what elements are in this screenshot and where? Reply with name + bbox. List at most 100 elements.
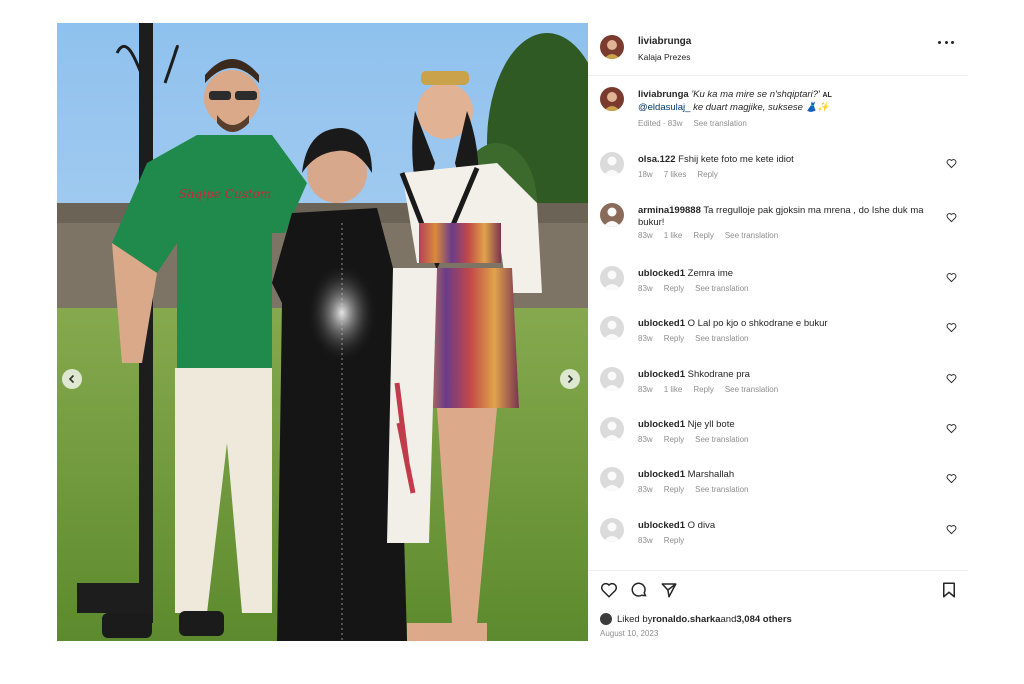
comment-heart-icon[interactable] (946, 322, 957, 333)
commenter-username[interactable]: ublocked1 (638, 520, 685, 531)
caption-quote: 'Ku ka ma mire se n'shqiptari?' (691, 89, 823, 100)
post-date: August 10, 2023 (600, 629, 659, 638)
author-avatar[interactable] (600, 35, 624, 59)
default-avatar-icon (603, 421, 621, 441)
comment-heart-icon[interactable] (946, 423, 957, 434)
caption-avatar[interactable] (600, 87, 624, 111)
bookmark-icon[interactable] (940, 581, 958, 599)
commenter-username[interactable]: ublocked1 (638, 419, 685, 430)
commenter-username[interactable]: armina199888 (638, 205, 701, 216)
comment-meta: 83w 1 like Reply See translation (638, 231, 789, 240)
caption-meta: Edited · 83w See translation (638, 119, 758, 128)
commenter-username[interactable]: ublocked1 (638, 469, 685, 480)
flag-badge: AL (822, 92, 832, 99)
reply-link[interactable]: Reply (697, 170, 717, 179)
see-translation-link[interactable]: See translation (725, 231, 778, 240)
comment-body: Fshij kete foto me kete idiot (678, 154, 794, 165)
prev-photo-button[interactable] (62, 369, 82, 389)
more-options-icon[interactable] (938, 41, 954, 47)
comment-text: ublocked1 Zemra ime (638, 268, 928, 280)
comment-icon[interactable] (630, 581, 648, 599)
comment-likes[interactable]: 7 likes (664, 170, 687, 179)
comment-meta: 83w Reply See translation (638, 334, 760, 343)
comment-time: 83w (638, 385, 653, 394)
comment-heart-icon[interactable] (946, 158, 957, 169)
commenter-username[interactable]: ublocked1 (638, 369, 685, 380)
comment-time: 83w (638, 435, 653, 444)
liked-prefix: Liked by (617, 613, 653, 625)
caption-rest: ke duart magjike, suksese 👗✨ (690, 102, 830, 113)
comment-text: ublocked1 Marshallah (638, 469, 928, 481)
liker-avatar (600, 613, 612, 625)
action-bar: Liked by ronaldo.sharka and 3,084 others… (588, 570, 968, 642)
comment-heart-icon[interactable] (946, 524, 957, 535)
default-avatar-icon (603, 371, 621, 391)
commenter-username[interactable]: olsa.122 (638, 154, 676, 165)
paper-plane-icon[interactable] (660, 581, 678, 599)
comment-text: olsa.122 Fshij kete foto me kete idiot (638, 154, 928, 166)
comment-time: 83w (638, 284, 653, 293)
commenter-username[interactable]: ublocked1 (638, 268, 685, 279)
comment-likes[interactable]: 1 like (664, 385, 683, 394)
comment-likes[interactable]: 1 like (664, 231, 683, 240)
see-translation-link[interactable]: See translation (695, 435, 748, 444)
liked-and: and (720, 613, 737, 625)
comment-text: ublocked1 O Lal po kjo o shkodrane e buk… (638, 318, 928, 330)
reply-link[interactable]: Reply (664, 284, 684, 293)
post-photo[interactable]: Shqipe Custom (57, 23, 588, 641)
commenter-avatar[interactable] (600, 417, 624, 441)
post-location[interactable]: Kalaja Prezes (638, 52, 690, 62)
chevron-right-icon (567, 374, 574, 384)
caption-mention[interactable]: @eldasulaj_ (638, 102, 690, 113)
default-avatar-icon (603, 156, 621, 176)
comment-heart-icon[interactable] (946, 212, 957, 223)
reply-link[interactable]: Reply (693, 231, 713, 240)
default-avatar-icon (603, 522, 621, 542)
see-translation-link[interactable]: See translation (695, 485, 748, 494)
default-avatar-icon (603, 471, 621, 491)
see-translation-link[interactable]: See translation (725, 385, 778, 394)
commenter-avatar[interactable] (600, 518, 624, 542)
reply-link[interactable]: Reply (693, 385, 713, 394)
comment-heart-icon[interactable] (946, 272, 957, 283)
comment-time: 18w (638, 170, 653, 179)
commenter-avatar[interactable] (600, 152, 624, 176)
comment-time: 83w (638, 536, 653, 545)
see-translation-link[interactable]: See translation (693, 119, 746, 128)
default-avatar-icon (603, 270, 621, 290)
comment-time: 83w (638, 334, 653, 343)
caption-text: liviabrunga 'Ku ka ma mire se n'shqiptar… (638, 89, 928, 114)
comments-list[interactable]: liviabrunga 'Ku ka ma mire se n'shqiptar… (588, 75, 968, 570)
caption-username[interactable]: liviabrunga (638, 89, 689, 100)
default-avatar-icon (603, 320, 621, 340)
comment-meta: 83w Reply See translation (638, 284, 760, 293)
commenter-avatar[interactable] (600, 203, 624, 227)
avatar-image (604, 40, 620, 59)
heart-icon[interactable] (600, 581, 618, 599)
reply-link[interactable]: Reply (664, 435, 684, 444)
commenter-username[interactable]: ublocked1 (638, 318, 685, 329)
photo-image: Shqipe Custom (57, 23, 588, 641)
reply-link[interactable]: Reply (664, 485, 684, 494)
commenter-avatar[interactable] (600, 266, 624, 290)
comment-meta: 83w Reply See translation (638, 435, 760, 444)
commenter-avatar[interactable] (600, 316, 624, 340)
likes-summary[interactable]: Liked by ronaldo.sharka and 3,084 others (600, 613, 792, 625)
next-photo-button[interactable] (560, 369, 580, 389)
reply-link[interactable]: Reply (664, 334, 684, 343)
author-username[interactable]: liviabrunga (638, 36, 691, 47)
comment-heart-icon[interactable] (946, 473, 957, 484)
post-header: liviabrunga Kalaja Prezes (588, 23, 968, 76)
comment-heart-icon[interactable] (946, 373, 957, 384)
see-translation-link[interactable]: See translation (695, 334, 748, 343)
comment-meta: 18w 7 likes Reply (638, 170, 729, 179)
liked-user[interactable]: ronaldo.sharka (652, 614, 720, 625)
commenter-avatar[interactable] (600, 367, 624, 391)
see-translation-link[interactable]: See translation (695, 284, 748, 293)
post-panel: liviabrunga Kalaja Prezes liviabrunga 'K… (588, 23, 968, 641)
reply-link[interactable]: Reply (664, 536, 684, 545)
shirt-text: Shqipe Custom (179, 187, 272, 201)
commenter-avatar[interactable] (600, 467, 624, 491)
liked-others[interactable]: 3,084 others (736, 614, 791, 625)
comment-body: Zemra ime (687, 268, 734, 279)
